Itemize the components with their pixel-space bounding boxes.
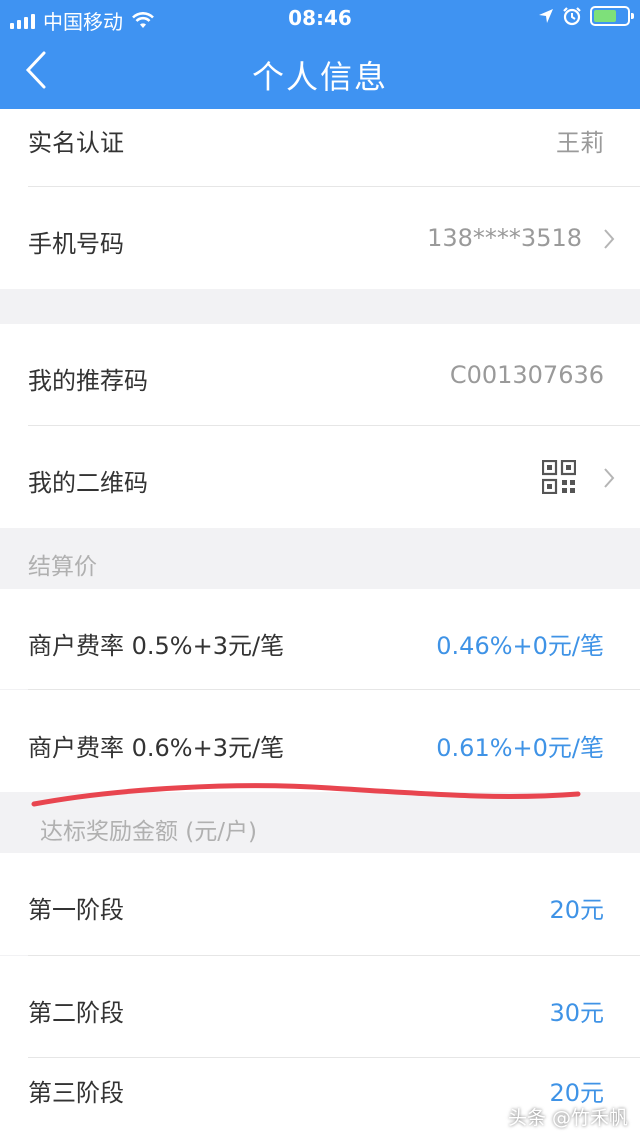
reward-label: 第二阶段 bbox=[28, 999, 124, 1027]
location-icon bbox=[539, 9, 553, 23]
rewards-section-title: 达标奖励金额 (元/户) bbox=[40, 819, 258, 845]
settlement-value: 0.61%+0元/笔 bbox=[436, 734, 604, 762]
settlement-label: 商户费率 0.6%+3元/笔 bbox=[28, 734, 285, 762]
alarm-icon bbox=[563, 7, 581, 26]
qr-code-row[interactable]: 我的二维码 bbox=[0, 426, 640, 528]
settlement-row: 商户费率 0.5%+3元/笔 0.46%+0元/笔 bbox=[0, 589, 640, 689]
phone-row[interactable]: 手机号码 138****3518 bbox=[0, 187, 640, 289]
real-name-value: 王莉 bbox=[556, 129, 604, 157]
referral-code-row: 我的推荐码 C001307636 bbox=[0, 324, 640, 426]
phone-label: 手机号码 bbox=[28, 230, 124, 258]
status-bar: 中国移动 08:46 bbox=[0, 0, 640, 36]
settlement-section-title: 结算价 bbox=[28, 554, 97, 580]
referral-code-label: 我的推荐码 bbox=[28, 367, 148, 395]
chevron-right-icon bbox=[604, 229, 615, 249]
reward-value: 30元 bbox=[549, 999, 604, 1027]
settlement-value: 0.46%+0元/笔 bbox=[436, 632, 604, 660]
watermark: 头条 @竹禾帆 bbox=[507, 1107, 628, 1129]
real-name-row: 实名认证 王莉 bbox=[0, 109, 640, 187]
qr-code-icon bbox=[542, 460, 576, 494]
chevron-right-icon bbox=[604, 468, 615, 488]
battery-icon bbox=[590, 6, 634, 26]
reward-value: 20元 bbox=[549, 896, 604, 924]
reward-label: 第三阶段 bbox=[28, 1079, 124, 1107]
phone-value: 138****3518 bbox=[427, 224, 582, 252]
status-right bbox=[538, 6, 634, 26]
page-title: 个人信息 bbox=[251, 58, 388, 96]
referral-code-value: C001307636 bbox=[449, 361, 604, 389]
reward-row: 第二阶段 30元 bbox=[0, 956, 640, 1058]
app-header: 中国移动 08:46 个人信息 bbox=[0, 0, 640, 109]
reward-row: 第一阶段 20元 bbox=[0, 853, 640, 955]
qr-code-label: 我的二维码 bbox=[28, 469, 148, 497]
settlement-row: 商户费率 0.6%+3元/笔 0.61%+0元/笔 bbox=[0, 690, 640, 792]
settlement-label: 商户费率 0.5%+3元/笔 bbox=[28, 632, 285, 660]
reward-label: 第一阶段 bbox=[28, 896, 124, 924]
real-name-label: 实名认证 bbox=[28, 129, 124, 157]
